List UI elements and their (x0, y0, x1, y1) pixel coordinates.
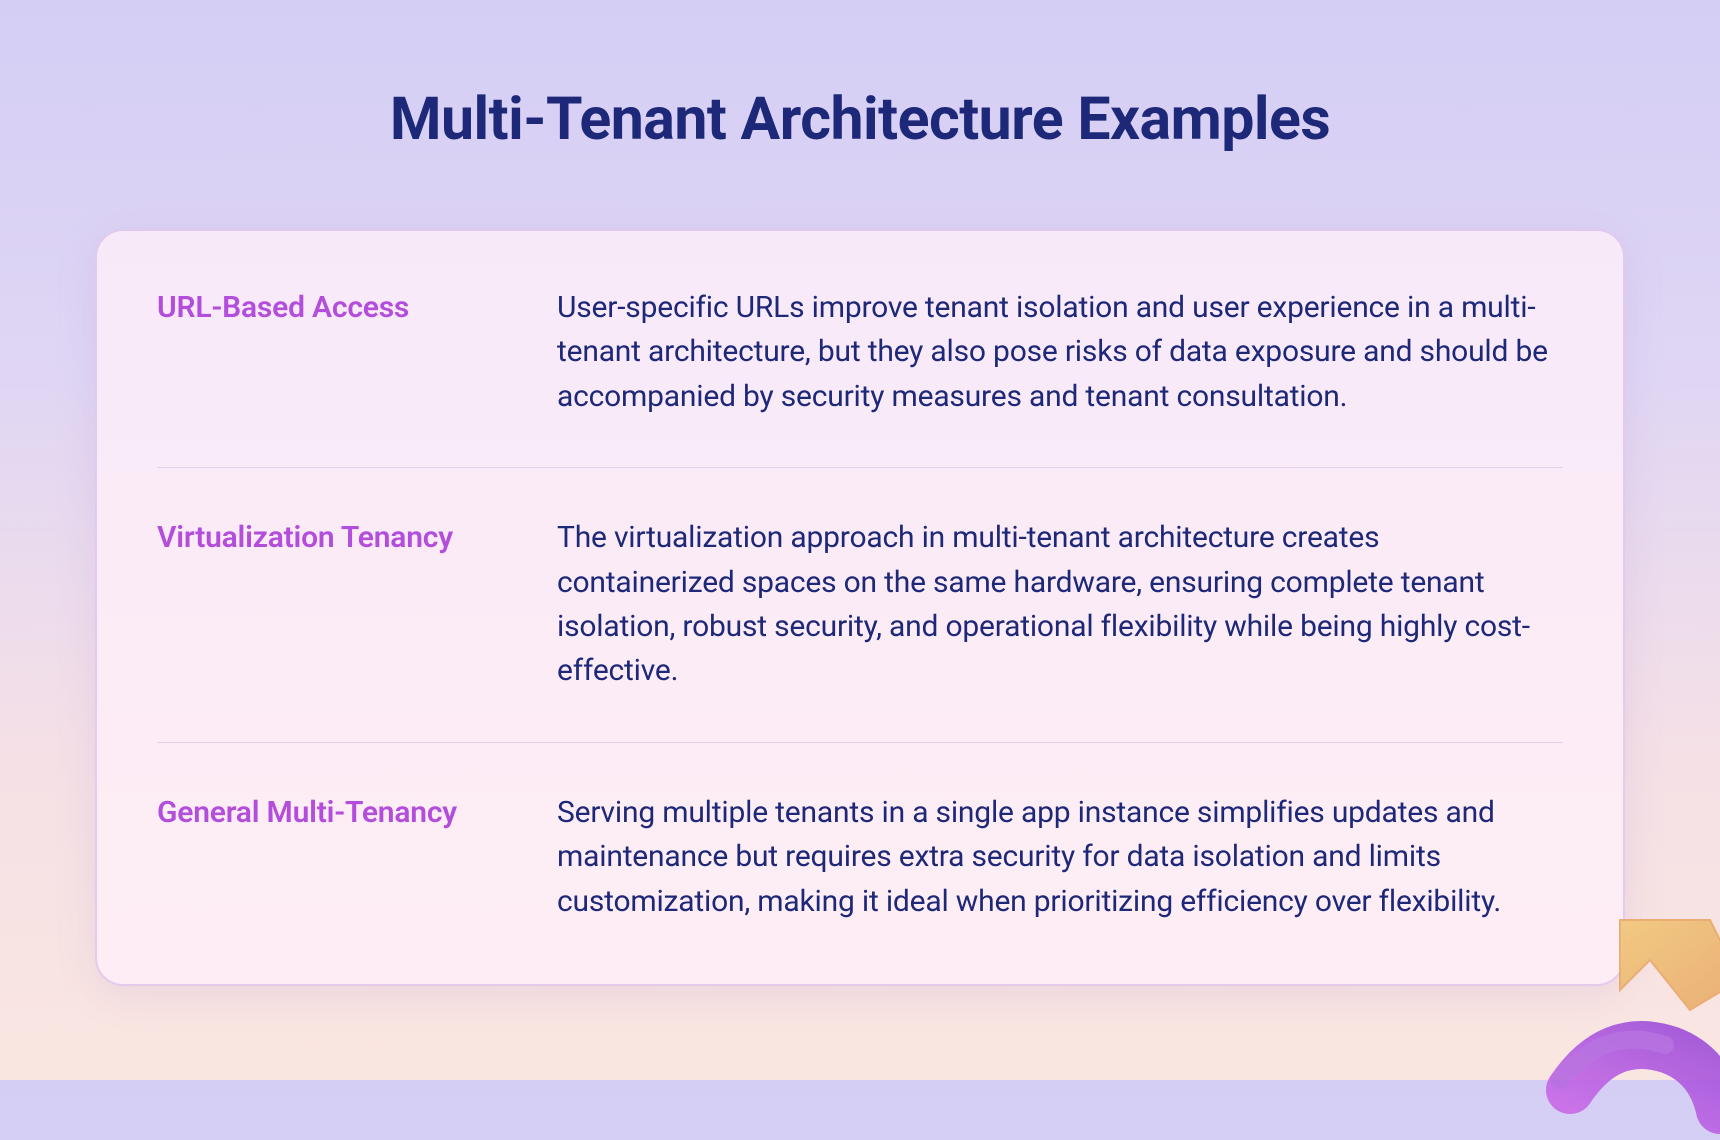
example-body: The virtualization approach in multi-ten… (557, 516, 1563, 694)
example-label: General Multi-Tenancy (157, 791, 537, 830)
example-row: URL-Based Access User-specific URLs impr… (157, 286, 1563, 419)
examples-card: URL-Based Access User-specific URLs impr… (95, 229, 1625, 986)
example-label: URL-Based Access (157, 286, 537, 325)
example-row: Virtualization Tenancy The virtualizatio… (157, 467, 1563, 694)
example-body: User-specific URLs improve tenant isolat… (557, 286, 1563, 419)
example-body: Serving multiple tenants in a single app… (557, 791, 1563, 924)
example-row: General Multi-Tenancy Serving multiple t… (157, 742, 1563, 924)
slide-container: Multi-Tenant Architecture Examples URL-B… (0, 0, 1720, 1080)
example-label: Virtualization Tenancy (157, 516, 537, 555)
page-title: Multi-Tenant Architecture Examples (390, 85, 1330, 154)
